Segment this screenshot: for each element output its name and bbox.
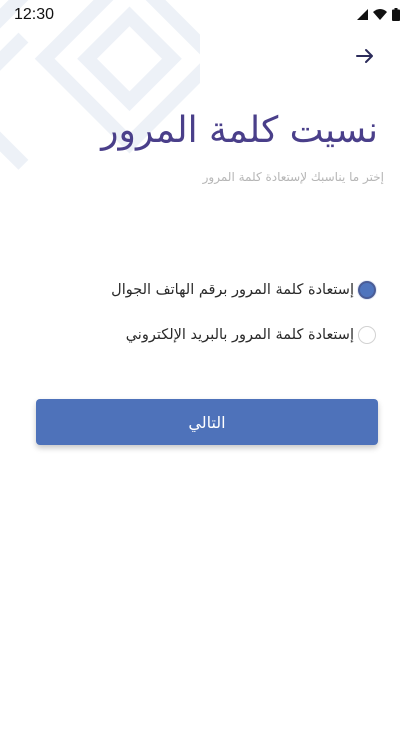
- radio-email[interactable]: [358, 326, 376, 344]
- next-button[interactable]: التالي: [36, 399, 378, 445]
- signal-icon: [357, 9, 368, 20]
- next-button-label: التالي: [188, 412, 226, 432]
- battery-icon: [392, 8, 400, 21]
- option-email[interactable]: إستعادة كلمة المرور بالبريد الإلكتروني: [111, 321, 376, 349]
- page-subtitle: إختر ما يناسبك لإستعادة كلمة المرور: [202, 170, 384, 184]
- option-phone-label: إستعادة كلمة المرور برقم الهاتف الجوال: [111, 282, 354, 298]
- page-title: نسيت كلمة المرور: [101, 110, 378, 151]
- recovery-options: إستعادة كلمة المرور برقم الهاتف الجوال إ…: [111, 276, 376, 366]
- status-icons: [357, 8, 400, 21]
- option-phone[interactable]: إستعادة كلمة المرور برقم الهاتف الجوال: [111, 276, 376, 304]
- back-button[interactable]: [354, 45, 376, 67]
- arrow-right-icon: [356, 49, 373, 63]
- option-email-label: إستعادة كلمة المرور بالبريد الإلكتروني: [125, 327, 354, 343]
- status-time: 12:30: [14, 6, 55, 23]
- radio-phone[interactable]: [358, 281, 376, 299]
- status-bar: 12:30: [0, 0, 414, 30]
- wifi-icon: [373, 9, 387, 20]
